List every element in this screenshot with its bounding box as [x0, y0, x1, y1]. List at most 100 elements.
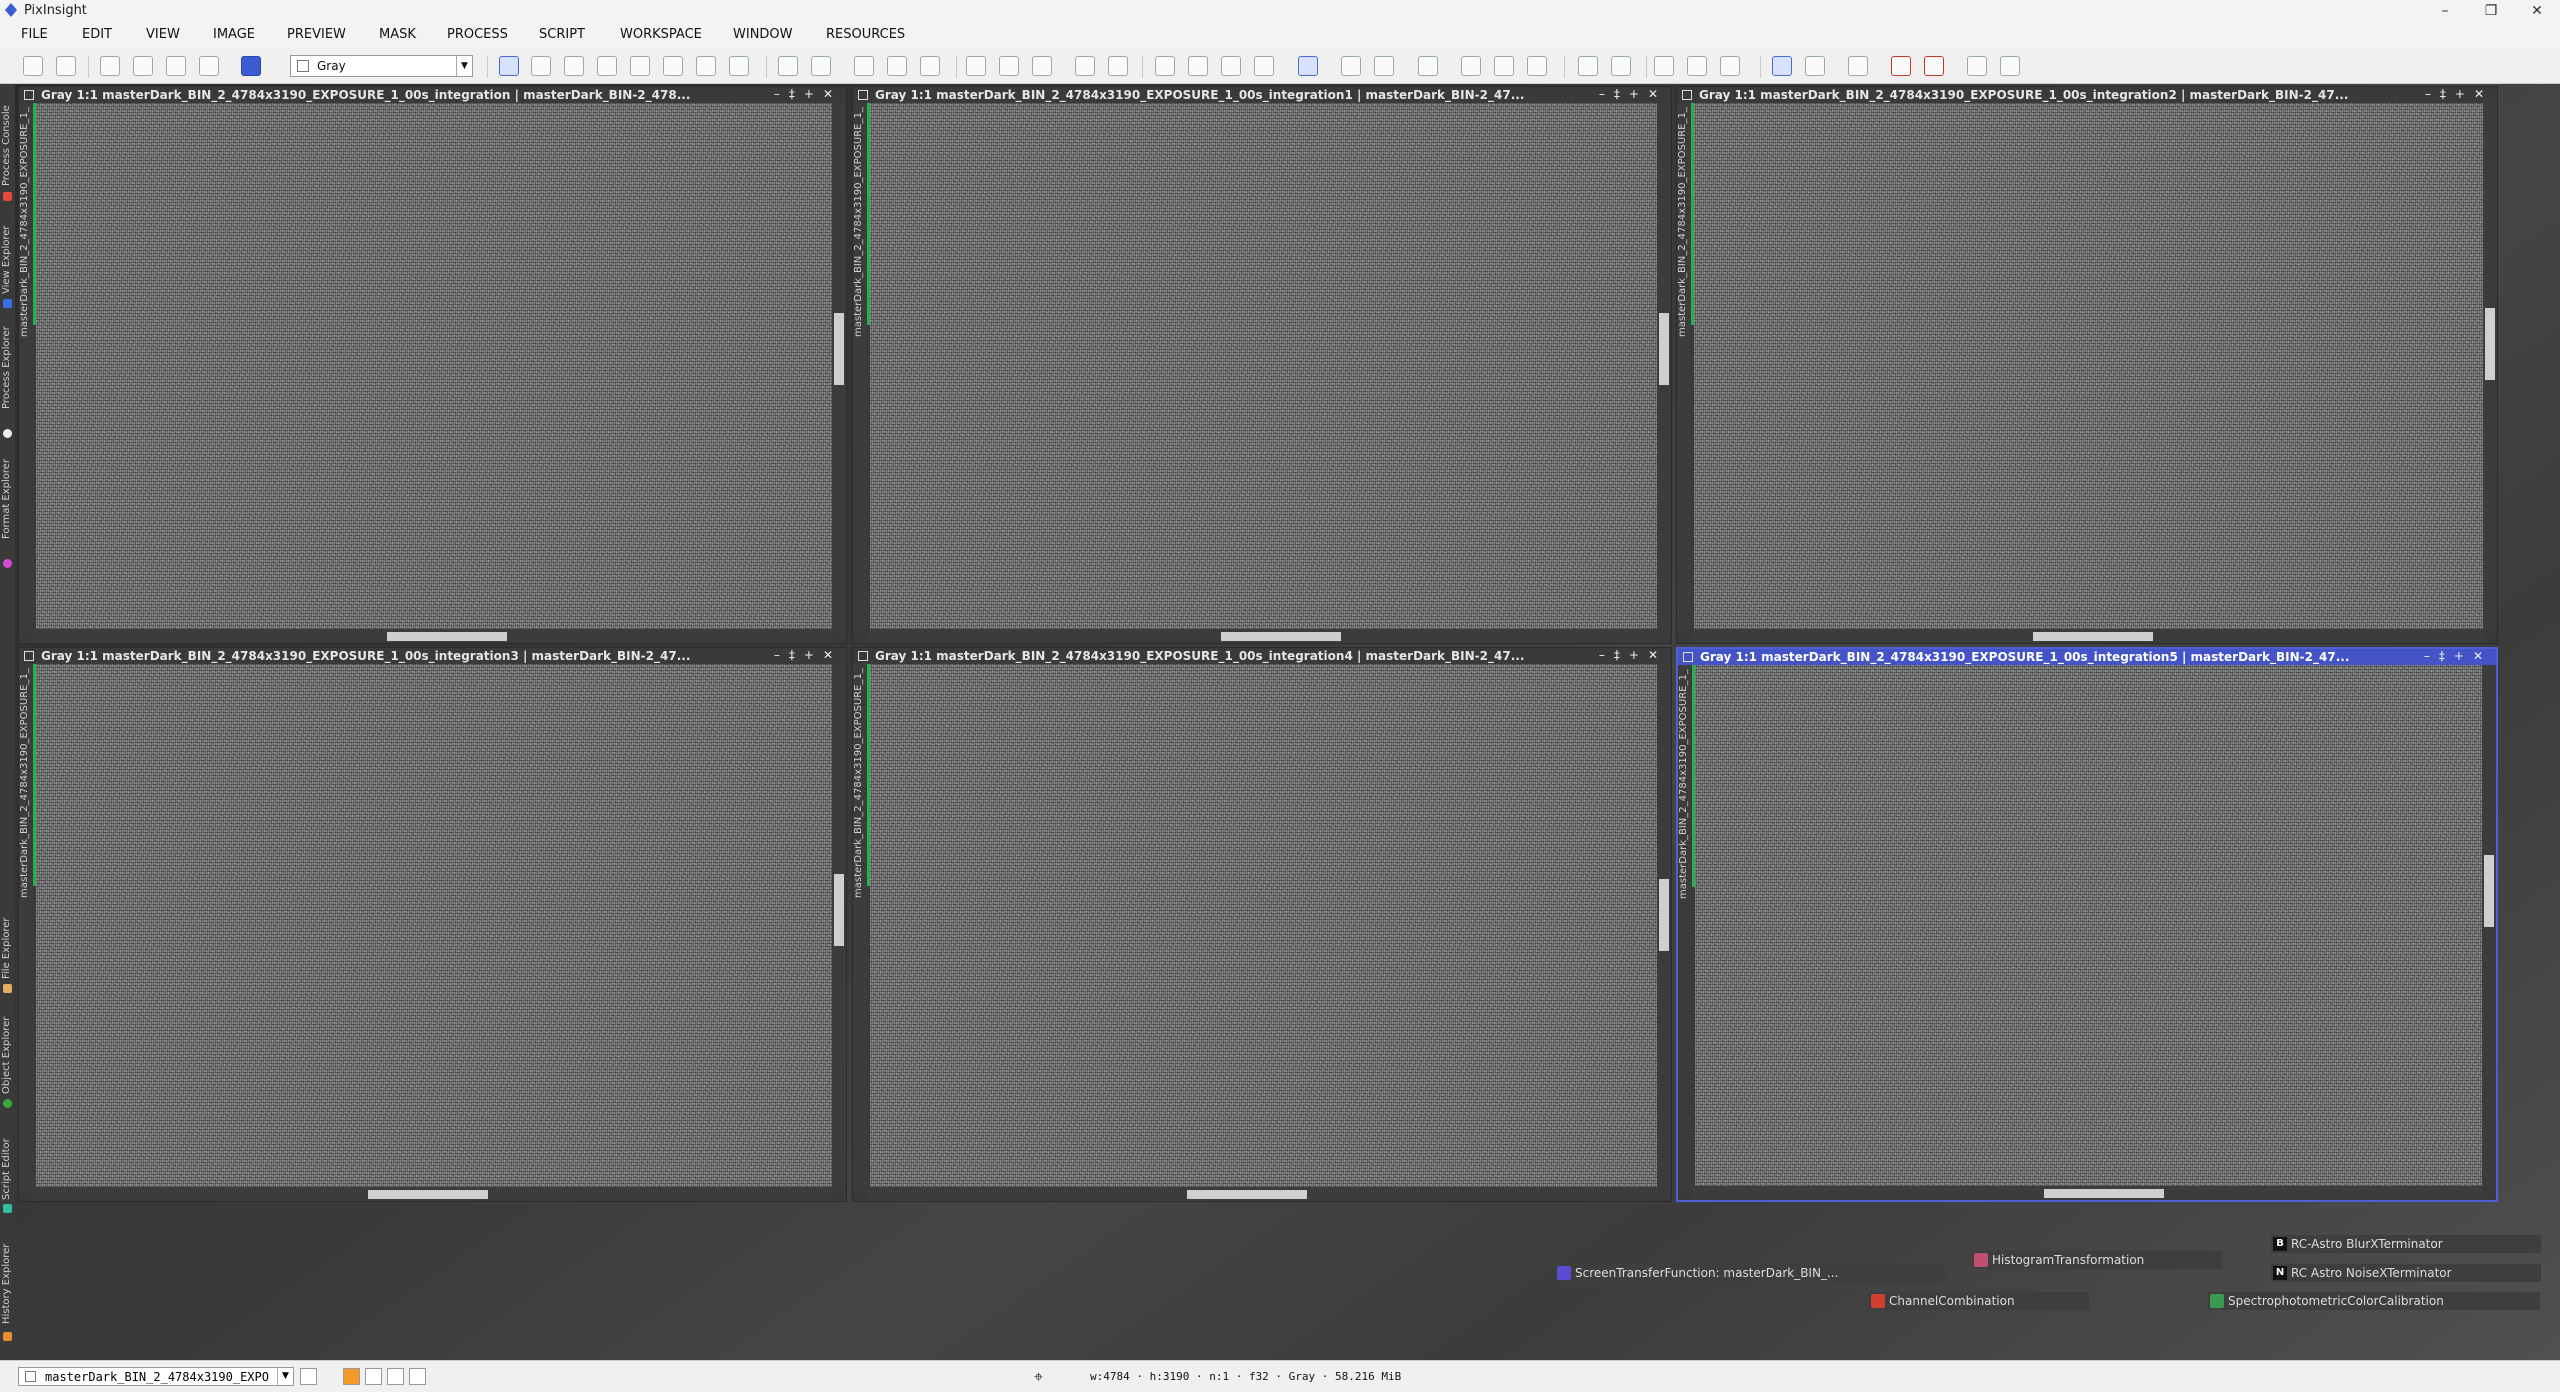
close-button[interactable]: ✕ — [2514, 0, 2560, 22]
window-title[interactable]: Gray 1:1 masterDark_BIN_2_4784x3190_EXPO… — [853, 648, 1671, 664]
window-title[interactable]: Gray 1:1 masterDark_BIN_2_4784x3190_EXPO… — [853, 87, 1671, 103]
scroll-thumb[interactable] — [1187, 1190, 1307, 1199]
horizontal-scrollbar[interactable] — [1691, 629, 2483, 643]
scroll-thumb[interactable] — [1221, 632, 1341, 641]
explorer-icon[interactable] — [1578, 56, 1598, 76]
image-window[interactable]: Gray 1:1 masterDark_BIN_2_4784x3190_EXPO… — [18, 86, 847, 644]
window-title[interactable]: Gray 1:1 masterDark_BIN_2_4784x3190_EXPO… — [19, 87, 846, 103]
view-selector[interactable]: masterDark_BIN_2_4784x3190_EXPO ▼ — [18, 1367, 294, 1386]
tab-view-explorer[interactable]: View Explorer — [1, 214, 14, 294]
scroll-thumb[interactable] — [834, 313, 844, 385]
tab-file-explorer[interactable]: File Explorer — [1, 899, 14, 979]
mask-remove-icon[interactable] — [1254, 56, 1274, 76]
process-icon-histogramtransformation[interactable]: HistogramTransformation — [1972, 1251, 2222, 1269]
settings-icon[interactable] — [2000, 56, 2020, 76]
stf-reset-icon[interactable] — [1032, 56, 1052, 76]
minimize-button[interactable]: – — [2422, 0, 2468, 22]
vertical-scrollbar[interactable] — [2482, 665, 2496, 1186]
center-icon[interactable] — [630, 56, 650, 76]
zoom-out-2-icon[interactable] — [920, 56, 940, 76]
screen-icon[interactable] — [1805, 56, 1825, 76]
channel-g-icon[interactable] — [1374, 56, 1394, 76]
layout-icon[interactable] — [1611, 56, 1631, 76]
tab-script-editor[interactable]: Script Editor — [1, 1120, 14, 1200]
open-icon[interactable] — [100, 56, 120, 76]
scroll-thumb[interactable] — [1659, 313, 1669, 385]
preview-new-icon[interactable] — [1654, 56, 1674, 76]
stop-icon[interactable] — [1924, 56, 1944, 76]
channel-l-icon[interactable] — [1461, 56, 1481, 76]
preview-edit-icon[interactable] — [1687, 56, 1707, 76]
zoom-fit-icon[interactable] — [564, 56, 584, 76]
vertical-scrollbar[interactable] — [832, 664, 846, 1187]
zoom-in-2-icon[interactable] — [887, 56, 907, 76]
mask-show-icon[interactable] — [1155, 56, 1175, 76]
image-canvas[interactable] — [36, 103, 832, 629]
color-slot-icon[interactable] — [343, 1368, 360, 1385]
scroll-thumb[interactable] — [2485, 308, 2495, 380]
color-icon[interactable] — [241, 56, 261, 76]
cascade-icon[interactable] — [1108, 56, 1128, 76]
preview-delete-icon[interactable] — [1720, 56, 1740, 76]
zoom-out-icon[interactable] — [811, 56, 831, 76]
scroll-thumb[interactable] — [368, 1190, 488, 1199]
mask-invert-icon[interactable] — [1221, 56, 1241, 76]
menu-edit[interactable]: EDIT — [82, 27, 112, 42]
monitor-icon[interactable] — [1772, 56, 1792, 76]
color-slot-icon[interactable] — [365, 1368, 382, 1385]
tab-process-explorer[interactable]: Process Explorer — [1, 319, 14, 409]
scroll-thumb[interactable] — [387, 632, 507, 641]
maximize-button[interactable]: ❐ — [2468, 0, 2514, 22]
menu-preview[interactable]: PREVIEW — [287, 27, 346, 42]
image-canvas[interactable] — [870, 103, 1657, 629]
scroll-thumb[interactable] — [2484, 855, 2494, 927]
view-mode-icon[interactable] — [300, 1368, 317, 1385]
edit-preview-icon[interactable] — [696, 56, 716, 76]
channel-b-icon[interactable] — [1418, 56, 1438, 76]
horizontal-scrollbar[interactable] — [33, 629, 832, 643]
horizontal-scrollbar[interactable] — [867, 629, 1657, 643]
menu-mask[interactable]: MASK — [379, 27, 416, 42]
save-as-icon[interactable] — [199, 56, 219, 76]
menu-image[interactable]: IMAGE — [213, 27, 255, 42]
window-buttons[interactable]: –‡+✕ — [1599, 87, 1667, 103]
window-title[interactable]: Gray 1:1 masterDark_BIN_2_4784x3190_EXPO… — [1678, 649, 2496, 665]
image-window[interactable]: Gray 1:1 masterDark_BIN_2_4784x3190_EXPO… — [1676, 86, 2498, 644]
stf-auto-icon[interactable] — [999, 56, 1019, 76]
pointer-icon[interactable] — [729, 56, 749, 76]
image-window[interactable]: Gray 1:1 masterDark_BIN_2_4784x3190_EXPO… — [852, 86, 1672, 644]
vertical-scrollbar[interactable] — [1657, 103, 1671, 629]
zoom-1-1-icon[interactable] — [854, 56, 874, 76]
fit-view-icon[interactable] — [531, 56, 551, 76]
horizontal-scrollbar[interactable] — [33, 1187, 832, 1201]
vertical-scrollbar[interactable] — [2483, 103, 2497, 629]
redo-icon[interactable] — [56, 56, 76, 76]
horizontal-scrollbar[interactable] — [867, 1187, 1657, 1201]
window-buttons[interactable]: –‡+✕ — [2425, 87, 2493, 103]
color-slot-icon[interactable] — [387, 1368, 404, 1385]
pan-icon[interactable] — [597, 56, 617, 76]
new-preview-icon[interactable] — [663, 56, 683, 76]
chevron-down-icon[interactable]: ▼ — [277, 1368, 293, 1385]
tile-icon[interactable] — [1075, 56, 1095, 76]
scroll-thumb[interactable] — [2033, 632, 2153, 641]
menu-workspace[interactable]: WORKSPACE — [620, 27, 702, 42]
vertical-scrollbar[interactable] — [832, 103, 846, 629]
image-canvas[interactable] — [36, 664, 832, 1187]
window-buttons[interactable]: –‡+✕ — [774, 648, 842, 664]
mask-enable-icon[interactable] — [1188, 56, 1208, 76]
process-icon-spcc[interactable]: SpectrophotometricColorCalibration — [2208, 1292, 2540, 1310]
readout-icon[interactable] — [499, 56, 519, 76]
process-icon-blurxterminator[interactable]: B RC-Astro BlurXTerminator — [2271, 1235, 2541, 1253]
tab-process-console[interactable]: Process Console — [1, 86, 14, 186]
process-icon-noisexterminator[interactable]: N RC Astro NoiseXTerminator — [2271, 1264, 2541, 1282]
window-buttons[interactable]: –‡+✕ — [1599, 648, 1667, 664]
chevron-down-icon[interactable]: ▼ — [456, 56, 472, 76]
menu-window[interactable]: WINDOW — [733, 27, 793, 42]
scroll-thumb[interactable] — [834, 874, 844, 946]
window-buttons[interactable]: –‡+✕ — [774, 87, 842, 103]
channel-alpha-icon[interactable] — [1527, 56, 1547, 76]
window-title[interactable]: Gray 1:1 masterDark_BIN_2_4784x3190_EXPO… — [19, 648, 846, 664]
image-window[interactable]: Gray 1:1 masterDark_BIN_2_4784x3190_EXPO… — [852, 647, 1672, 1202]
menu-resources[interactable]: RESOURCES — [826, 27, 905, 42]
